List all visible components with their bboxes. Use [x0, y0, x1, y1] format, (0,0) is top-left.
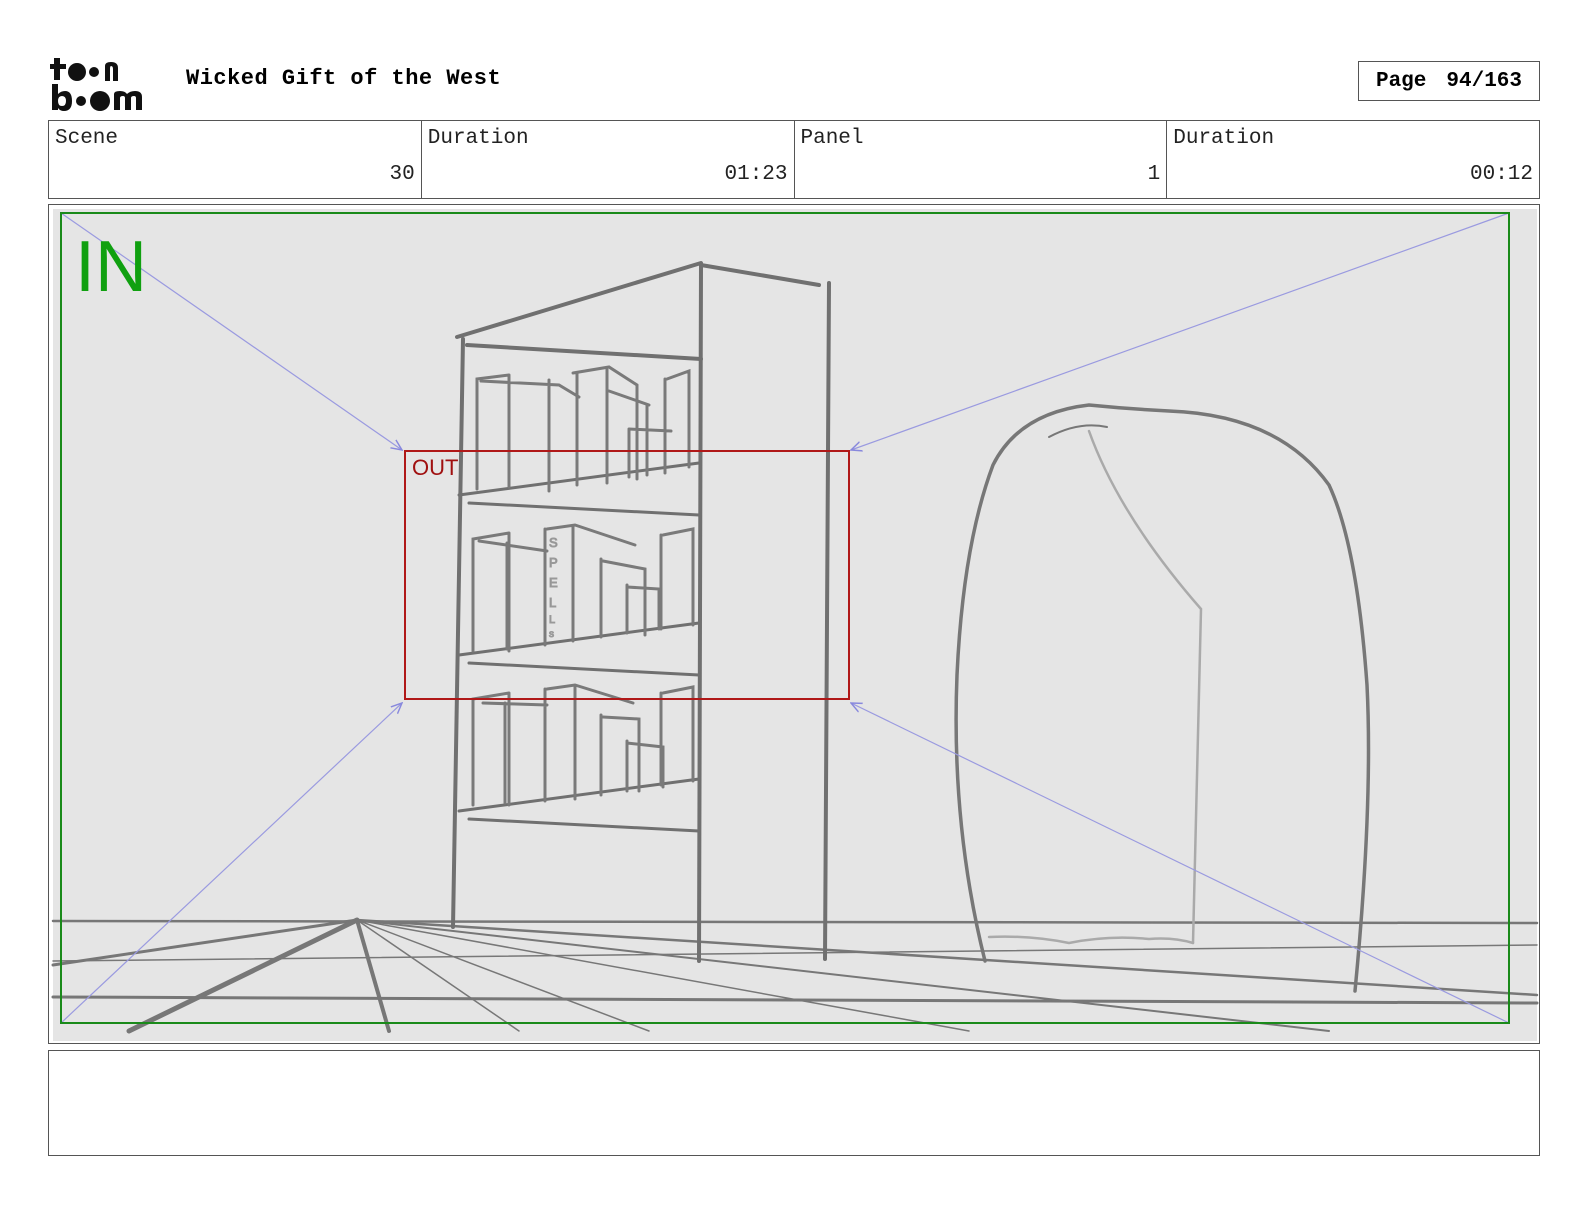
panel-info-bar: Scene 30 Duration 01:23 Panel 1 Duration…	[48, 120, 1540, 199]
out-frame-label: OUT	[412, 455, 459, 480]
svg-text:s: s	[549, 629, 554, 640]
scene-value: 30	[389, 163, 415, 186]
storyboard-panel-frame: S P E L L s IN OUT	[48, 204, 1540, 1044]
scene-cell: Scene 30	[49, 121, 421, 198]
scene-duration-label: Duration	[427, 127, 529, 150]
scene-duration-cell: Duration 01:23	[420, 121, 794, 198]
page-number: 94/163	[1446, 69, 1523, 93]
toon-boom-logo	[50, 58, 142, 111]
panel-duration-value: 00:12	[1469, 163, 1533, 186]
svg-text:P: P	[549, 555, 558, 570]
panel-value: 1	[1147, 163, 1161, 186]
in-frame-label: IN	[75, 227, 147, 307]
svg-text:L: L	[549, 595, 556, 610]
panel-cell: Panel 1	[793, 121, 1167, 198]
scene-label: Scene	[55, 127, 119, 150]
svg-text:L: L	[549, 614, 555, 626]
book-spine-s: S	[549, 535, 558, 550]
storyboard-title: Wicked Gift of the West	[186, 66, 502, 91]
panel-duration-cell: Duration 00:12	[1166, 121, 1539, 198]
panel-sketch: S P E L L s	[51, 209, 1539, 1041]
page-label: Page	[1375, 69, 1427, 93]
scene-duration-value: 01:23	[724, 163, 788, 186]
svg-text:E: E	[549, 575, 558, 590]
page-indicator: Page 94/163	[1358, 61, 1540, 101]
panel-notes-box[interactable]	[48, 1050, 1540, 1156]
panel-duration-label: Duration	[1173, 127, 1275, 150]
panel-label: Panel	[800, 127, 864, 150]
